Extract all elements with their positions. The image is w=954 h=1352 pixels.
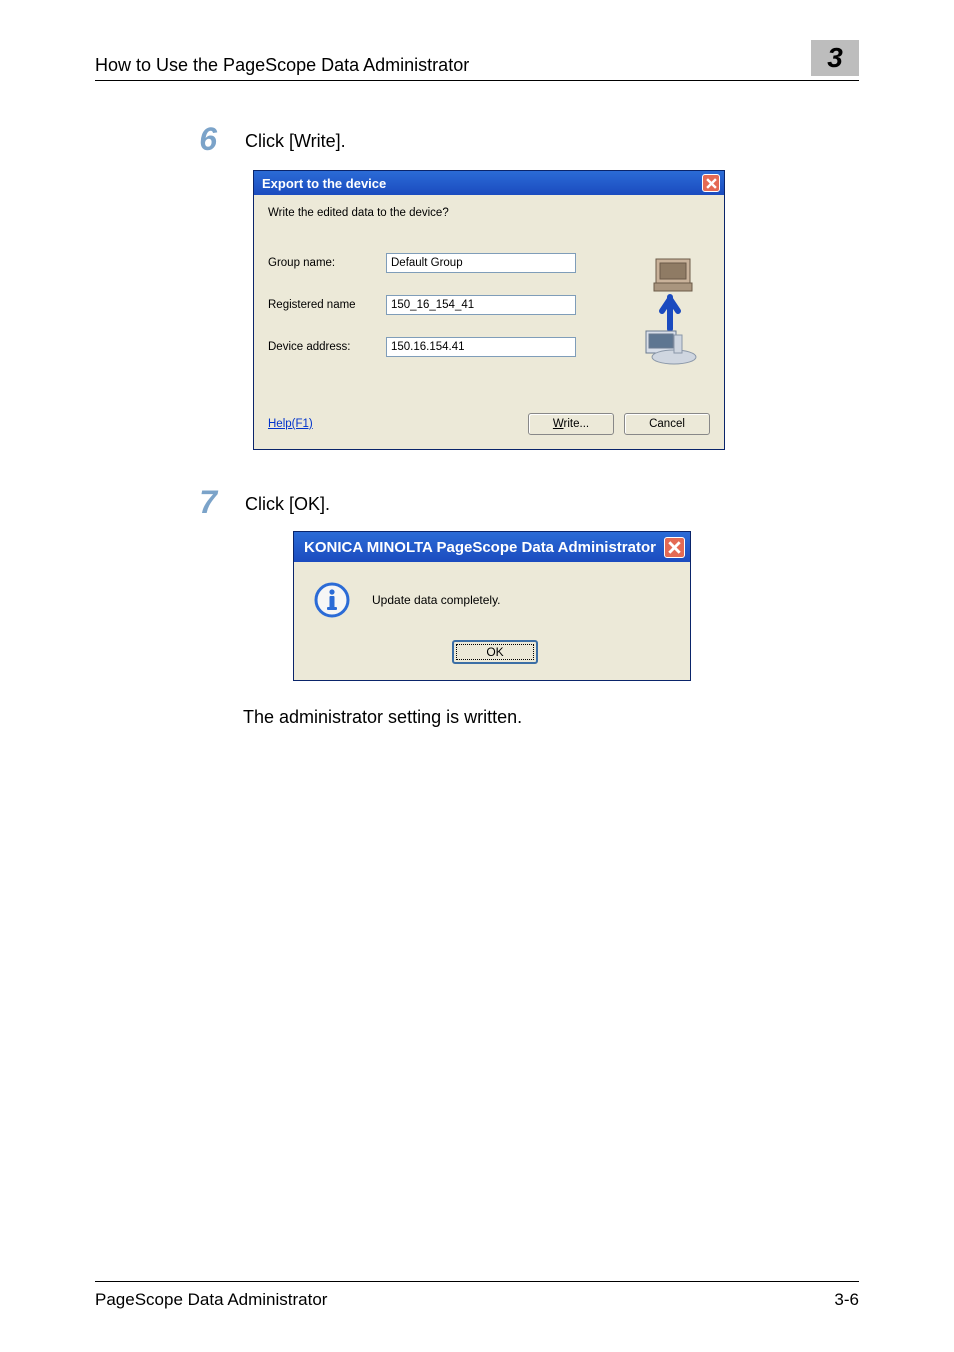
ok-button[interactable]: OK [452, 640, 538, 664]
info-icon [314, 582, 350, 618]
confirm-message-row: Update data completely. [314, 582, 676, 618]
close-icon[interactable] [664, 537, 685, 558]
registered-name-label: Registered name [268, 299, 386, 311]
chapter-badge: 3 [811, 40, 859, 76]
page-header: How to Use the PageScope Data Administra… [95, 40, 859, 81]
export-dialog-title: Export to the device [262, 176, 386, 191]
group-name-input[interactable] [386, 253, 576, 273]
confirm-dialog-title: KONICA MINOLTA PageScope Data Administra… [304, 539, 656, 556]
chapter-number: 3 [827, 42, 843, 74]
confirm-message-text: Update data completely. [372, 593, 501, 607]
group-name-label: Group name: [268, 257, 386, 269]
step-7-number: 7 [185, 484, 245, 521]
export-dialog-titlebar[interactable]: Export to the device [254, 171, 724, 195]
confirm-dialog-body: Update data completely. OK [294, 562, 690, 680]
confirm-dialog: KONICA MINOLTA PageScope Data Administra… [293, 531, 691, 681]
write-button[interactable]: Write... [528, 413, 614, 435]
header-title: How to Use the PageScope Data Administra… [95, 55, 469, 76]
cancel-button[interactable]: Cancel [624, 413, 710, 435]
export-prompt: Write the edited data to the device? [268, 207, 710, 219]
footer-product: PageScope Data Administrator [95, 1290, 327, 1310]
export-dialog-footer: Help(F1) Write... Cancel [268, 413, 710, 435]
confirm-dialog-titlebar[interactable]: KONICA MINOLTA PageScope Data Administra… [294, 532, 690, 562]
conclusion-text: The administrator setting is written. [243, 707, 859, 728]
export-dialog: Export to the device Write the edited da… [253, 170, 725, 450]
help-link[interactable]: Help(F1) [268, 418, 518, 430]
footer-page: 3-6 [834, 1290, 859, 1310]
export-dialog-body: Write the edited data to the device? Gro… [254, 195, 724, 449]
step-6-number: 6 [185, 121, 245, 158]
step-6: 6 Click [Write]. [95, 121, 859, 158]
step-7-text: Click [OK]. [245, 484, 330, 515]
device-to-computer-icon [634, 257, 700, 367]
step-7: 7 Click [OK]. [95, 484, 859, 521]
registered-name-input[interactable] [386, 295, 576, 315]
step-6-text: Click [Write]. [245, 121, 346, 152]
device-address-label: Device address: [268, 341, 386, 353]
close-icon[interactable] [702, 174, 720, 192]
page-footer: PageScope Data Administrator 3-6 [95, 1281, 859, 1310]
device-address-input[interactable] [386, 337, 576, 357]
